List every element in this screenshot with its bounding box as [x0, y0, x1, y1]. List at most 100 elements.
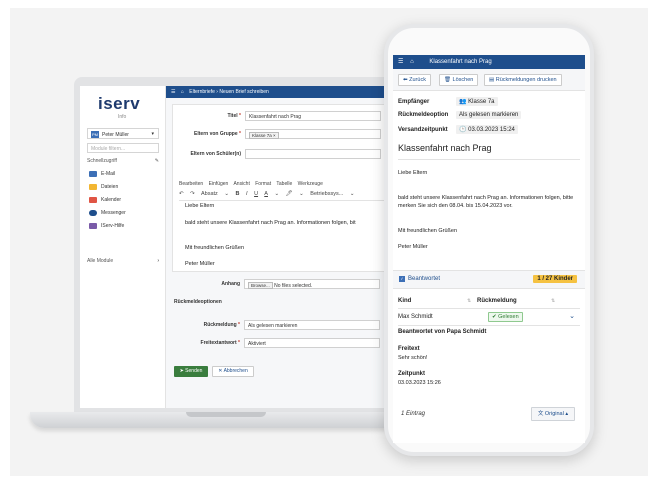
menu-item-tools[interactable]: Werkzeuge — [298, 181, 323, 187]
menu-item-edit[interactable]: Bearbeiten — [179, 181, 203, 187]
menu-item-insert[interactable]: Einfügen — [209, 181, 229, 187]
menu-item-table[interactable]: Tabelle — [276, 181, 292, 187]
send-label: Senden — [185, 368, 203, 374]
menu-icon[interactable]: ☰ — [398, 59, 403, 65]
home-icon[interactable]: ⌂ — [410, 59, 414, 65]
quick-access-label: Schnellzugriff — [87, 158, 117, 164]
highlight-icon[interactable]: 🖊 — [286, 191, 293, 197]
sort-icon[interactable]: ⇅ — [551, 298, 555, 304]
title-label: Titel * — [227, 113, 241, 119]
menu-item-format[interactable]: Format — [255, 181, 271, 187]
attachment-label: Anhang — [221, 281, 240, 287]
editor-line[interactable]: Peter Müller — [185, 261, 215, 267]
redo-icon[interactable]: ↷ — [190, 191, 195, 197]
iserv-logo[interactable]: iserv — [98, 94, 140, 114]
paragraph-select[interactable]: Absatz — [201, 191, 218, 197]
sent-time-label: Versandzeitpunkt — [398, 127, 448, 133]
bold-button[interactable]: B — [235, 191, 239, 197]
sidebar-item-label: IServ-Hilfe — [101, 223, 125, 229]
cancel-button[interactable]: ✕ Abbrechen — [212, 366, 254, 377]
letter-body: bald steht unsere Klassenfahrt nach Prag… — [398, 195, 574, 209]
trash-icon: 🗑 — [444, 77, 451, 83]
chevron-down-icon[interactable]: ⌄ — [569, 312, 575, 320]
module-search-input[interactable]: Module filtern... — [87, 143, 159, 153]
menu-icon[interactable]: ☰ — [171, 89, 175, 95]
sidebar-item-calendar[interactable]: Kalender — [89, 196, 121, 205]
user-menu[interactable]: PM Peter Müller ▾ — [87, 128, 159, 139]
group-tag[interactable]: Klasse 7a × — [249, 132, 279, 139]
underline-button[interactable]: U — [254, 191, 258, 197]
title-input[interactable]: Klassenfahrt nach Prag — [245, 111, 381, 121]
sidebar-item-label: Messenger — [101, 210, 126, 216]
print-label: Rückmeldungen drucken — [495, 77, 557, 83]
feedback-option-label: Rückmeldeoption — [398, 112, 449, 118]
italic-button[interactable]: I — [246, 191, 248, 197]
chevron-down-icon[interactable]: ⌄ — [350, 191, 355, 197]
time-label: Zeitpunkt — [398, 371, 425, 377]
sent-time-value: 🕒 03.03.2023 15:24 — [456, 125, 518, 134]
phone-screen: ☰ ⌂ Klassenfahrt nach Prag ⬅ Zurück 🗑 Lö… — [393, 55, 585, 443]
back-button[interactable]: ⬅ Zurück — [398, 74, 431, 86]
freetext-select[interactable]: Aktiviert — [244, 338, 380, 348]
answered-label: Beantwortet — [408, 276, 441, 282]
attachment-field[interactable]: Browse... No files selected. — [244, 279, 380, 289]
sidebar-item-files[interactable]: Dateien — [89, 183, 118, 192]
phone-title: Klassenfahrt nach Prag — [429, 59, 492, 65]
original-button[interactable]: 文 Original ▴ — [531, 407, 575, 421]
chevron-down-icon[interactable]: ⌄ — [274, 191, 279, 197]
phone-action-bar: ⬅ Zurück 🗑 Löschen ▤ Rückmeldungen druck… — [393, 69, 585, 91]
parents-students-select[interactable] — [245, 149, 381, 159]
sidebar-item-label: Kalender — [101, 197, 122, 203]
sort-icon[interactable]: ⇅ — [467, 298, 471, 304]
home-icon[interactable]: ⌂ — [181, 89, 184, 95]
chevron-down-icon[interactable]: ⌄ — [299, 191, 304, 197]
chevron-right-icon: › — [157, 258, 159, 264]
editor-line[interactable]: Mit freundlichen Grüßen — [185, 245, 244, 251]
divider — [398, 325, 580, 326]
checkbox-icon: ✓ — [399, 276, 405, 282]
send-button[interactable]: ➤ Senden — [174, 366, 208, 377]
freetext-value: Sehr schön! — [398, 355, 428, 361]
recipient-value: 👥 Klasse 7a — [456, 97, 498, 106]
group-icon: 👥 — [459, 99, 467, 105]
text-color-icon[interactable]: A — [264, 191, 268, 197]
browse-button[interactable]: Browse... — [248, 282, 273, 289]
answered-by: Beantwortet von Papa Schmidt — [398, 329, 487, 335]
read-status-badge: ✔ Gelesen — [488, 312, 523, 322]
edit-pencil-icon[interactable]: ✎ — [155, 158, 159, 164]
col-feedback-header[interactable]: Rückmeldung — [477, 298, 517, 304]
all-modules-link[interactable]: Alle Module › — [87, 258, 159, 264]
laptop-notch — [186, 412, 266, 417]
cancel-label: Abbrechen — [223, 368, 248, 374]
letter-form: Titel * Klassenfahrt nach Prag Eltern vo… — [166, 98, 386, 408]
arrow-left-icon: ⬅ — [403, 77, 408, 83]
sidebar-item-email[interactable]: E-Mail — [89, 170, 115, 179]
parents-group-label: Eltern von Gruppe * — [194, 131, 241, 137]
delete-button[interactable]: 🗑 Löschen — [439, 74, 479, 86]
undo-icon[interactable]: ↶ — [179, 191, 184, 197]
editor-toolbar: ↶ ↷ Absatz ⌄ B I U A ⌄ 🖊 ⌄ Betriebssys..… — [179, 191, 386, 201]
parents-group-select[interactable]: Klasse 7a × — [245, 129, 381, 139]
user-name: Peter Müller — [102, 132, 129, 138]
col-child-header[interactable]: Kind — [398, 298, 411, 304]
divider — [398, 159, 580, 160]
caret-down-icon: ▾ — [151, 131, 154, 137]
menu-item-view[interactable]: Ansicht — [233, 181, 249, 187]
sidebar-item-help[interactable]: IServ-Hilfe — [89, 222, 124, 231]
chevron-down-icon[interactable]: ⌄ — [224, 191, 229, 197]
answered-toggle[interactable]: ✓ Beantwortet — [399, 276, 440, 282]
divider — [398, 308, 580, 309]
feedback-options-title: Rückmeldeoptionen — [174, 299, 222, 305]
sidebar-item-messenger[interactable]: Messenger — [89, 209, 126, 218]
recipient-row: Empfänger 👥 Klasse 7a — [398, 97, 498, 106]
freetext-label: Freitext — [398, 346, 420, 352]
breadcrumb-item[interactable]: Elternbriefe — [189, 89, 215, 95]
print-feedback-button[interactable]: ▤ Rückmeldungen drucken — [484, 74, 562, 86]
editor-line[interactable]: bald steht unsere Klassenfahrt nach Prag… — [185, 220, 356, 226]
font-select[interactable]: Betriebssys... — [310, 191, 343, 197]
feedback-select[interactable]: Als gelesen markieren — [244, 320, 380, 330]
editor-line[interactable]: Liebe Eltern — [185, 203, 214, 209]
folder-icon — [89, 183, 97, 190]
clock-icon: 🕒 — [459, 127, 467, 133]
answered-section[interactable]: ✓ Beantwortet 1 / 27 Kinder — [393, 270, 585, 289]
